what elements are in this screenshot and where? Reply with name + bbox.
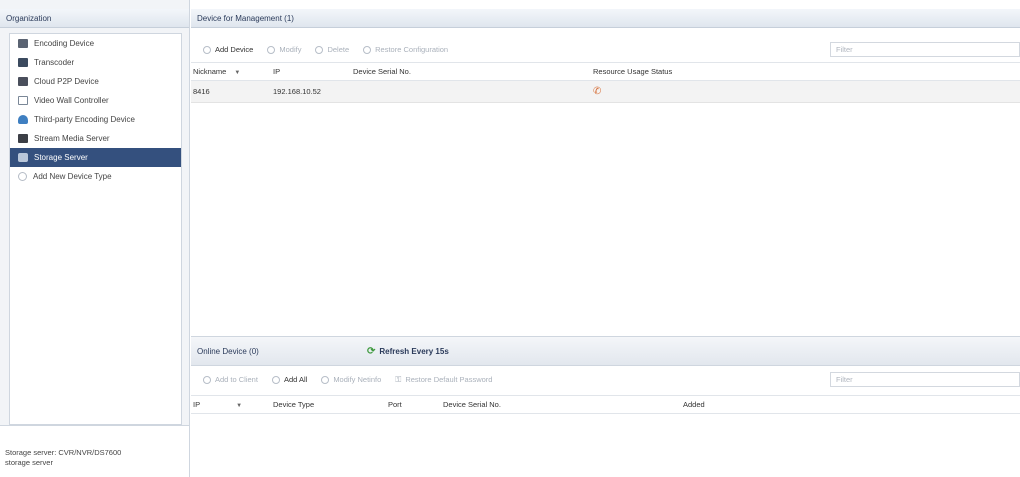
- org-item-video-wall-controller[interactable]: Video Wall Controller: [10, 91, 181, 110]
- column-header-ip[interactable]: IP ▼: [191, 400, 271, 409]
- refresh-button[interactable]: ⟳ Refresh Every 15s: [367, 346, 449, 357]
- restore-default-password-button[interactable]: ⚿ Restore Default Password: [395, 375, 492, 385]
- online-device-title: Online Device (0): [197, 346, 259, 356]
- column-header-serial[interactable]: Device Serial No.: [441, 400, 681, 409]
- org-item-third-party-encoding-device[interactable]: Third-party Encoding Device: [10, 110, 181, 129]
- management-header: Device for Management (1): [191, 9, 1020, 28]
- description-line: storage server: [5, 458, 53, 467]
- delete-label: Delete: [327, 45, 350, 54]
- add-device-label: Add Device: [215, 45, 254, 54]
- delete-icon: [315, 45, 324, 54]
- org-item-stream-media-server[interactable]: Stream Media Server: [10, 129, 181, 148]
- edit-icon: [321, 375, 330, 384]
- online-toolbar: Add to Client Add All Modify Netinfo ⚿ R…: [191, 369, 1020, 390]
- modify-button[interactable]: Modify: [267, 45, 301, 54]
- add-icon: [203, 375, 211, 384]
- key-icon: ⚿: [395, 374, 402, 384]
- column-header-added[interactable]: Added: [681, 400, 781, 409]
- column-header-serial[interactable]: Device Serial No.: [351, 67, 591, 76]
- org-item-label: Third-party Encoding Device: [34, 115, 135, 124]
- add-to-client-label: Add to Client: [215, 375, 258, 384]
- restore-label: Restore Configuration: [375, 45, 449, 54]
- online-filter-input[interactable]: Filter: [830, 372, 1020, 387]
- restore-password-label: Restore Default Password: [405, 375, 493, 384]
- column-header-ip[interactable]: IP: [271, 67, 351, 76]
- org-item-storage-server[interactable]: Storage Server: [10, 148, 181, 167]
- cell-ip: 192.168.10.52: [273, 87, 321, 96]
- org-item-label: Video Wall Controller: [34, 96, 109, 105]
- organization-header: Organization: [0, 9, 189, 28]
- add-icon: [271, 375, 280, 384]
- management-filter-input[interactable]: Filter: [830, 42, 1020, 57]
- storage-server-icon: [18, 153, 28, 162]
- device-type-list: Encoding Device Transcoder Cloud P2P Dev…: [9, 33, 182, 425]
- org-item-add-new-device-type[interactable]: Add New Device Type: [10, 167, 181, 186]
- sort-down-icon: ▼: [236, 403, 243, 409]
- refresh-label: Refresh Every 15s: [379, 346, 449, 356]
- management-table-header: Nickname ▼ IP Device Serial No. Resource …: [191, 62, 1020, 81]
- add-icon: [203, 45, 211, 54]
- add-all-label: Add All: [283, 375, 308, 384]
- organization-panel: Organization Encoding Device Transcoder …: [0, 0, 190, 477]
- video-wall-icon: [18, 96, 28, 105]
- transcoder-icon: [18, 58, 28, 67]
- column-header-device-type[interactable]: Device Type: [271, 400, 386, 409]
- online-device-header: Online Device (0) ⟳ Refresh Every 15s: [191, 336, 1020, 366]
- cell-usage: ✆: [591, 86, 791, 97]
- modify-label: Modify: [279, 45, 302, 54]
- sort-down-icon: ▼: [234, 70, 241, 76]
- org-item-label: Cloud P2P Device: [34, 77, 99, 86]
- org-item-label: Stream Media Server: [34, 134, 110, 143]
- restore-icon: [363, 45, 372, 54]
- table-row[interactable]: 8416 192.168.10.52 ✆: [191, 81, 1020, 103]
- column-header-usage[interactable]: Resource Usage Status: [591, 67, 791, 76]
- add-icon: [18, 172, 27, 181]
- cloud-device-icon: [18, 77, 28, 86]
- org-item-cloud-p2p-device[interactable]: Cloud P2P Device: [10, 72, 181, 91]
- third-party-icon: [18, 115, 28, 124]
- online-table-header: IP ▼ Device Type Port Device Serial No. A…: [191, 395, 1020, 414]
- delete-button[interactable]: Delete: [315, 45, 349, 54]
- stream-server-icon: [18, 134, 28, 143]
- org-item-label: Encoding Device: [34, 39, 95, 48]
- add-all-button[interactable]: Add All: [271, 375, 308, 384]
- refresh-icon: ⟳: [367, 345, 376, 357]
- column-header-port[interactable]: Port: [386, 400, 441, 409]
- management-toolbar: Add Device Modify Delete Restore Configu…: [191, 39, 1020, 60]
- encoding-device-icon: [18, 39, 28, 48]
- description-line: Storage server: CVR/NVR/DS7600: [5, 448, 122, 457]
- column-label: IP: [193, 400, 201, 409]
- org-item-encoding-device[interactable]: Encoding Device: [10, 34, 181, 53]
- column-label: Nickname: [193, 67, 227, 76]
- device-management-panel: Device for Management (1) Add Device Mod…: [191, 0, 1020, 477]
- device-type-description: Storage server: CVR/NVR/DS7600 storage s…: [0, 425, 189, 477]
- modify-netinfo-button[interactable]: Modify Netinfo: [321, 375, 381, 384]
- org-item-label: Transcoder: [34, 58, 75, 67]
- column-header-nickname[interactable]: Nickname ▼: [191, 67, 271, 76]
- org-item-label: Add New Device Type: [33, 172, 112, 181]
- add-to-client-button[interactable]: Add to Client: [203, 375, 258, 384]
- org-item-label: Storage Server: [34, 153, 88, 162]
- edit-icon: [267, 45, 276, 54]
- modify-netinfo-label: Modify Netinfo: [333, 375, 382, 384]
- org-item-transcoder[interactable]: Transcoder: [10, 53, 181, 72]
- resource-usage-icon[interactable]: ✆: [593, 86, 601, 97]
- restore-configuration-button[interactable]: Restore Configuration: [363, 45, 448, 54]
- add-device-button[interactable]: Add Device: [203, 45, 253, 54]
- cell-nickname: 8416: [193, 87, 210, 96]
